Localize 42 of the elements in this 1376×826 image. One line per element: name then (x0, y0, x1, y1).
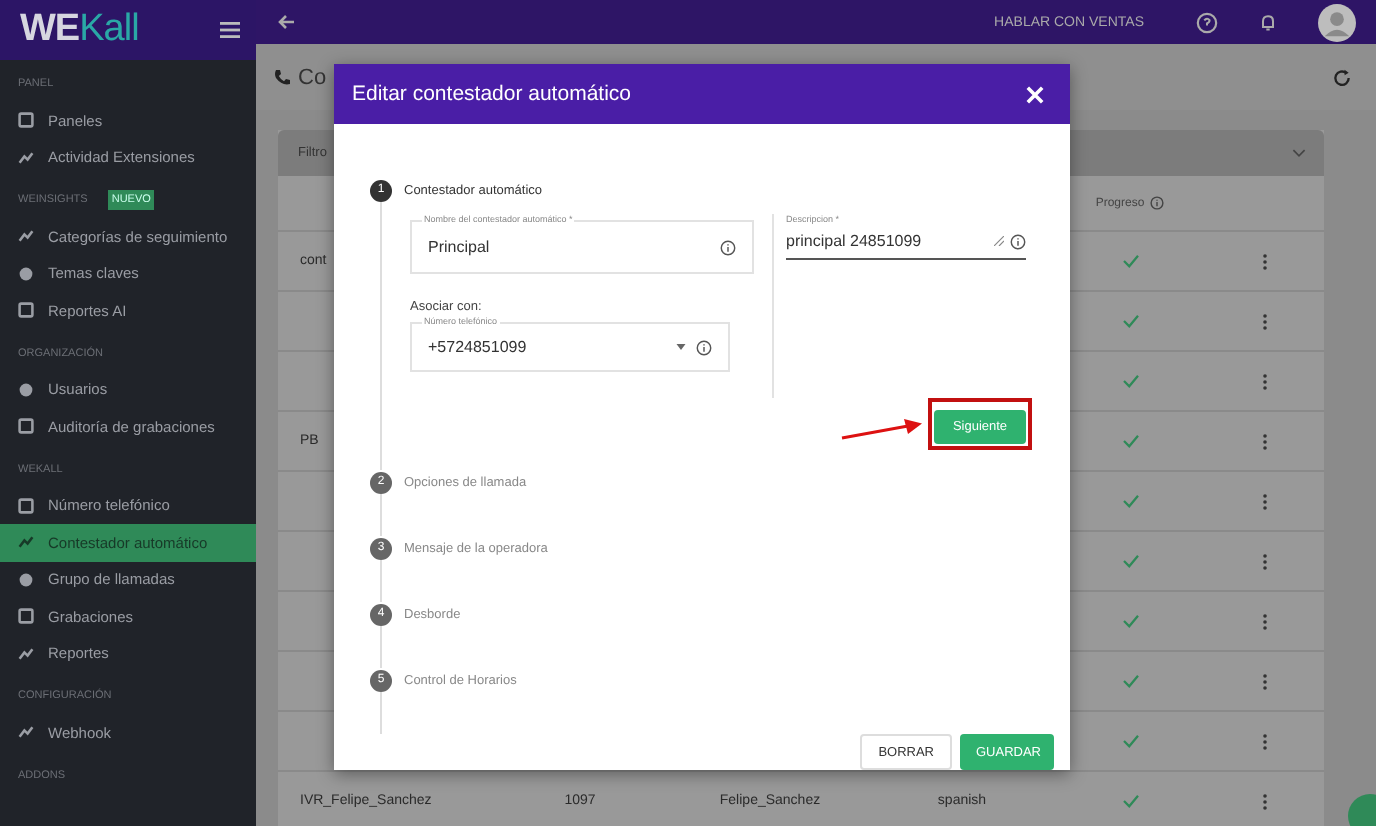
help-icon[interactable] (1196, 11, 1218, 33)
nav-icon (18, 302, 34, 319)
more-options-icon[interactable] (1262, 791, 1268, 811)
info-icon (1010, 233, 1026, 249)
phone-icon (272, 67, 292, 87)
info-icon (1150, 196, 1165, 210)
refresh-icon[interactable] (1332, 67, 1352, 87)
chevron-down-icon (1292, 148, 1306, 158)
info-icon (696, 339, 712, 355)
resize-handle-icon (994, 236, 1004, 246)
nav-icon (18, 112, 34, 129)
nav-icon (18, 265, 34, 282)
nav-icon (18, 534, 34, 551)
caret-icon (676, 344, 686, 350)
close-icon[interactable] (1026, 85, 1044, 103)
more-options-icon[interactable] (1262, 371, 1268, 391)
menu-icon[interactable] (220, 22, 240, 38)
nav-icon (18, 724, 34, 741)
more-options-icon[interactable] (1262, 551, 1268, 571)
nav-icon (18, 497, 34, 514)
nav-icon (18, 381, 34, 398)
nav-icon (18, 645, 34, 662)
more-options-icon[interactable] (1262, 671, 1268, 691)
pointer-arrow (840, 416, 924, 440)
nav-icon (18, 571, 34, 588)
brand-logo: WEKall (20, 8, 139, 52)
nav-icon (18, 608, 34, 625)
avatar-icon[interactable] (1318, 3, 1356, 41)
back-arrow-icon[interactable] (276, 12, 296, 32)
nav-icon (18, 149, 34, 166)
more-options-icon[interactable] (1262, 431, 1268, 451)
more-options-icon[interactable] (1262, 611, 1268, 631)
page-title: Co (298, 65, 327, 89)
nav-icon (18, 418, 34, 435)
more-options-icon[interactable] (1262, 731, 1268, 751)
more-options-icon[interactable] (1262, 491, 1268, 511)
more-options-icon[interactable] (1262, 311, 1268, 331)
info-icon (720, 239, 736, 255)
dialog-title: Editar contestador automático (352, 82, 631, 106)
nav-icon (18, 228, 34, 245)
more-options-icon[interactable] (1262, 251, 1268, 271)
bell-icon[interactable] (1258, 12, 1278, 32)
